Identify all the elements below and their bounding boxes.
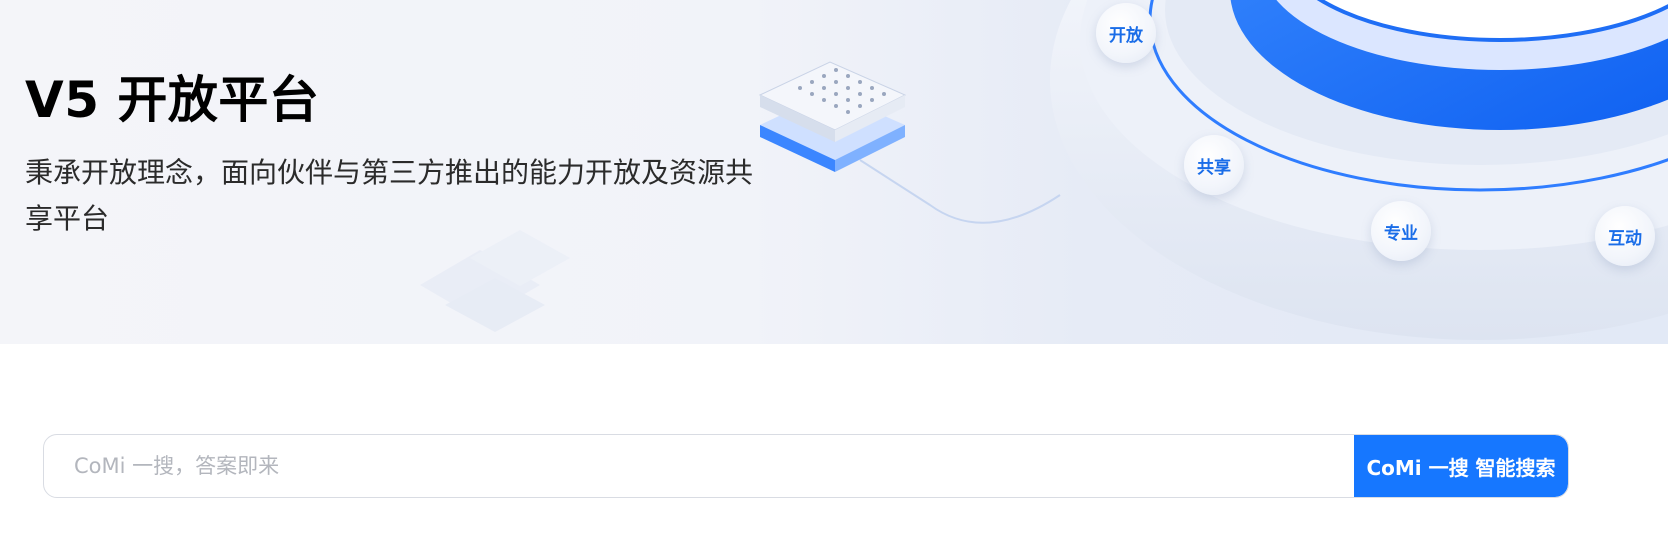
decor-tiles <box>420 230 570 332</box>
hero-banner: V5 开放平台 秉承开放理念，面向伙伴与第三方推出的能力开放及资源共享平台 开放… <box>0 0 1668 344</box>
page-subtitle: 秉承开放理念，面向伙伴与第三方推出的能力开放及资源共享平台 <box>25 156 754 235</box>
smart-search-button[interactable]: CoMi 一搜 智能搜索 <box>1354 435 1568 497</box>
tag-interaction: 互动 <box>1595 206 1655 266</box>
tag-share: 共享 <box>1184 135 1244 195</box>
search-bar: CoMi 一搜 智能搜索 <box>43 434 1569 498</box>
search-input[interactable] <box>44 435 1354 497</box>
tag-professional: 专业 <box>1371 201 1431 261</box>
chip-illustration <box>758 61 1061 224</box>
tag-open: 开放 <box>1096 3 1156 63</box>
page-title: V5 开放平台 <box>25 71 320 129</box>
